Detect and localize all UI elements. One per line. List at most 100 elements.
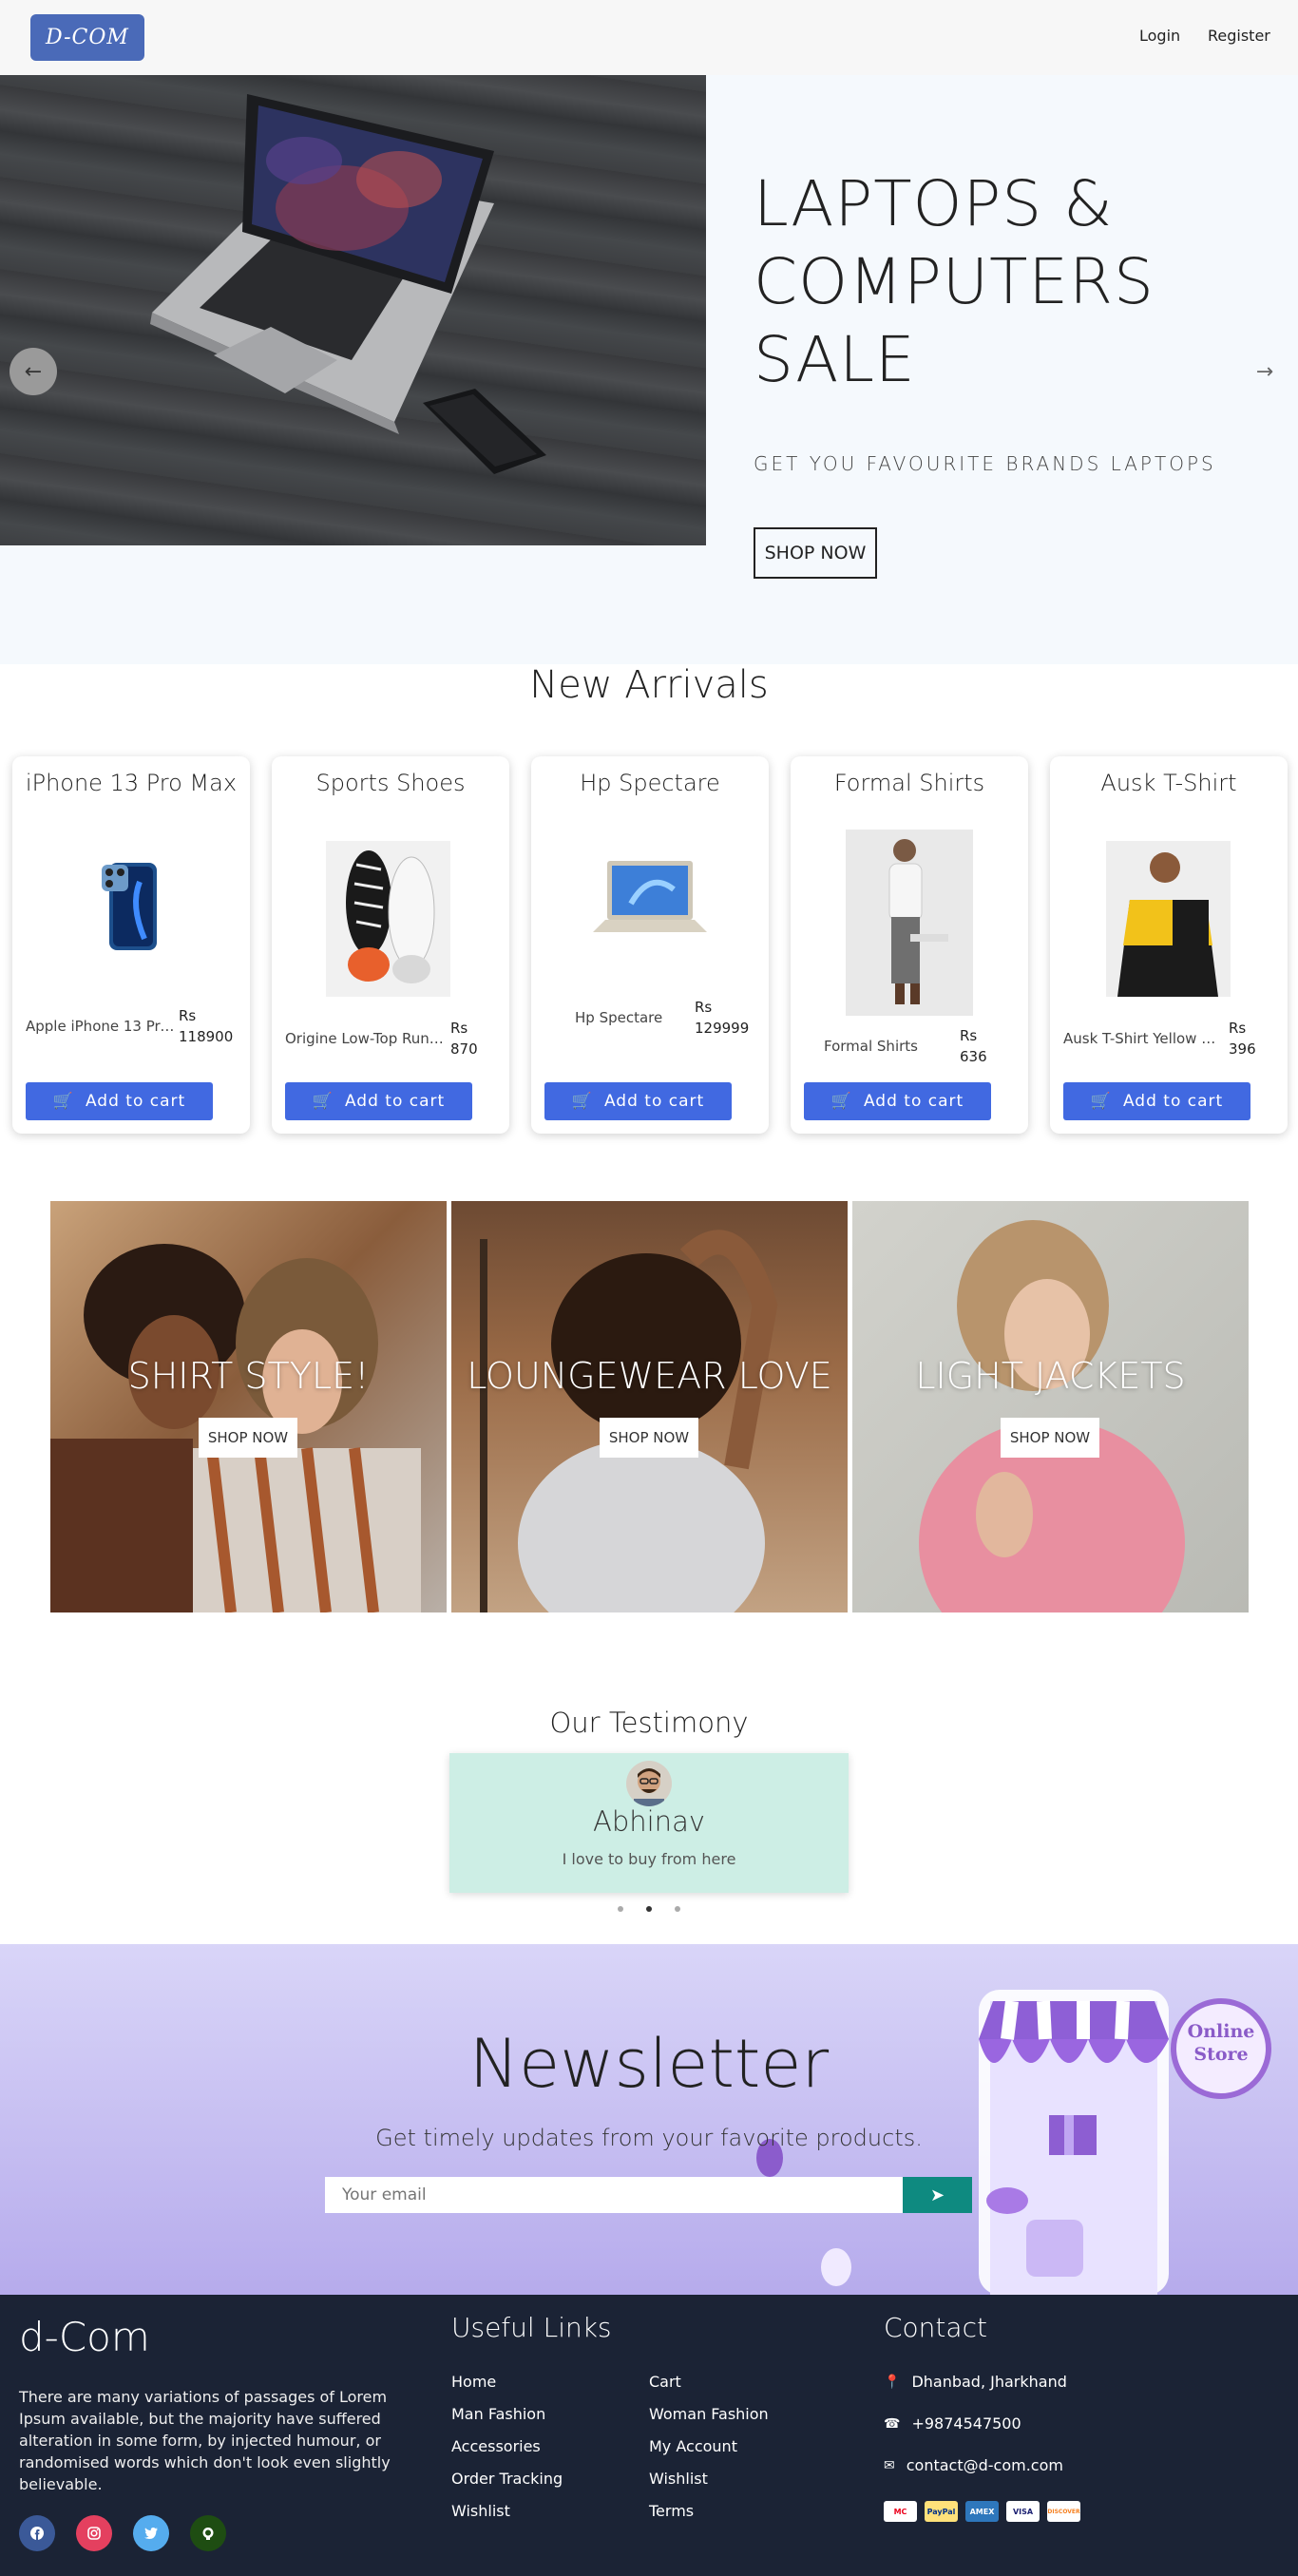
footer-link-man-fashion[interactable]: Man Fashion <box>451 2405 545 2423</box>
testimony-name: Abhinav <box>593 1805 705 1838</box>
price-value: 396 <box>1229 1040 1256 1058</box>
product-price: Rs 636 <box>960 1025 1017 1067</box>
newsletter-email-input[interactable] <box>325 2177 903 2213</box>
newsletter-subtitle: Get timely updates from your favorite pr… <box>375 2125 923 2151</box>
price-value: 129999 <box>695 1020 750 1037</box>
mail-icon: ✉ <box>884 2457 895 2473</box>
category-shop-now-button[interactable]: SHOP NOW <box>1001 1418 1099 1458</box>
price-value: 636 <box>960 1048 987 1065</box>
contact-title: Contact <box>884 2312 987 2343</box>
price-currency: Rs <box>960 1027 978 1044</box>
product-name: Hp Spectare <box>580 770 720 796</box>
email-text[interactable]: contact@d-com.com <box>907 2456 1063 2474</box>
product-price: Rs 870 <box>450 1018 507 1059</box>
add-to-cart-button[interactable]: 🛒 Add to cart <box>285 1082 472 1120</box>
category-tile-shirt-style[interactable]: SHIRT STYLE! SHOP NOW <box>50 1201 447 1612</box>
footer-link-wishlist[interactable]: Wishlist <box>451 2502 510 2520</box>
product-card: iPhone 13 Pro Max Apple iPhone 13 Pro Ma… <box>12 756 250 1134</box>
phone-text[interactable]: +9874547500 <box>911 2414 1021 2433</box>
carousel-dot[interactable] <box>618 1906 623 1912</box>
laptop-image[interactable] <box>588 851 712 956</box>
twitter-icon[interactable] <box>133 2515 169 2551</box>
product-card: Formal Shirts Formal Shirts Rs 636 🛒 Add… <box>791 756 1028 1134</box>
add-to-cart-label: Add to cart <box>85 1092 186 1111</box>
footer: d-Com There are many variations of passa… <box>0 2295 1298 2576</box>
add-to-cart-button[interactable]: 🛒 Add to cart <box>804 1082 991 1120</box>
avatar <box>626 1761 672 1806</box>
carousel-dot[interactable] <box>675 1906 680 1912</box>
product-name: Ausk T-Shirt <box>1100 770 1237 796</box>
footer-link-my-account[interactable]: My Account <box>649 2437 737 2455</box>
category-title: LOUNGEWEAR LOVE <box>467 1355 832 1397</box>
category-tile-light-jackets[interactable]: LIGHT JACKETS SHOP NOW <box>852 1201 1249 1612</box>
iphone-image[interactable] <box>92 853 168 958</box>
phone-icon: ☎ <box>884 2415 901 2432</box>
contact-email: ✉ contact@d-com.com <box>884 2456 1063 2474</box>
add-to-cart-label: Add to cart <box>863 1092 964 1111</box>
carousel-next-arrow-icon[interactable]: → <box>1250 348 1279 395</box>
footer-link-accessories[interactable]: Accessories <box>451 2437 541 2455</box>
hero-title-line: LAPTOPS & <box>754 167 1114 240</box>
footer-link-cart[interactable]: Cart <box>649 2373 681 2391</box>
mastercard-icon: MC <box>884 2501 917 2522</box>
footer-link-woman-fashion[interactable]: Woman Fashion <box>649 2405 769 2423</box>
cart-icon: 🛒 <box>1090 1092 1112 1111</box>
shoes-image[interactable] <box>326 841 450 997</box>
testimony-card: Abhinav I love to buy from here <box>449 1753 849 1893</box>
category-title: LIGHT JACKETS <box>915 1355 1186 1397</box>
product-price: Rs 396 <box>1229 1018 1286 1059</box>
cart-icon: 🛒 <box>52 1092 74 1111</box>
product-description: Origine Low-Top Running Shoes <box>285 1030 447 1047</box>
add-to-cart-button[interactable]: 🛒 Add to cart <box>544 1082 732 1120</box>
hero-title: LAPTOPS & COMPUTERS SALE <box>754 165 1155 399</box>
product-card: Sports Shoes Origine Low-Top Running Sho… <box>272 756 509 1134</box>
address-text: Dhanbad, Jharkhand <box>911 2373 1067 2391</box>
footer-link-home[interactable]: Home <box>451 2373 496 2391</box>
footer-about-text: There are many variations of passages of… <box>19 2388 391 2493</box>
tshirt-model-image[interactable] <box>1106 841 1231 997</box>
category-shop-now-button[interactable]: SHOP NOW <box>600 1418 698 1458</box>
footer-link-terms[interactable]: Terms <box>649 2502 694 2520</box>
price-currency: Rs <box>1229 1020 1247 1037</box>
github-icon[interactable] <box>190 2515 226 2551</box>
add-to-cart-label: Add to cart <box>603 1092 705 1111</box>
category-tile-loungewear-love[interactable]: LOUNGEWEAR LOVE SHOP NOW <box>451 1201 848 1612</box>
price-value: 870 <box>450 1040 478 1058</box>
category-shop-now-button[interactable]: SHOP NOW <box>199 1418 297 1458</box>
instagram-icon[interactable] <box>76 2515 112 2551</box>
hero-title-line: COMPUTERS <box>754 245 1155 318</box>
logo[interactable]: D-COM <box>30 14 144 61</box>
newsletter-submit-button[interactable]: ➤ <box>903 2177 972 2213</box>
product-description: Hp Spectare <box>575 1009 663 1026</box>
shop-now-button[interactable]: SHOP NOW <box>754 527 877 579</box>
carousel-dot-active[interactable] <box>646 1906 652 1912</box>
navbar: D-COM Login Register <box>0 0 1298 75</box>
hero-subtitle: GET YOU FAVOURITE BRANDS LAPTOPS <box>754 452 1216 475</box>
online-store-illustration <box>756 1990 1271 2295</box>
price-currency: Rs <box>450 1020 468 1037</box>
add-to-cart-button[interactable]: 🛒 Add to cart <box>26 1082 213 1120</box>
product-card: Ausk T-Shirt Ausk T-Shirt Yellow & Black… <box>1050 756 1288 1134</box>
newsletter-section: Online Store Newsletter Get timely updat… <box>0 1944 1298 2295</box>
footer-link-order-tracking[interactable]: Order Tracking <box>451 2470 563 2488</box>
footer-link-wishlist-2[interactable]: Wishlist <box>649 2470 708 2488</box>
carousel-prev-arrow-icon[interactable]: ← <box>10 348 57 395</box>
amex-icon: AMEX <box>965 2501 999 2522</box>
price-currency: Rs <box>179 1007 197 1024</box>
product-card: Hp Spectare Hp Spectare Rs 129999 🛒 Add … <box>531 756 769 1134</box>
product-description: Formal Shirts <box>824 1038 918 1055</box>
cart-icon: 🛒 <box>571 1092 593 1111</box>
add-to-cart-button[interactable]: 🛒 Add to cart <box>1063 1082 1250 1120</box>
product-name: Sports Shoes <box>315 770 466 796</box>
login-link[interactable]: Login <box>1139 27 1180 45</box>
add-to-cart-label: Add to cart <box>344 1092 446 1111</box>
cart-icon: 🛒 <box>830 1092 852 1111</box>
cart-icon: 🛒 <box>312 1092 334 1111</box>
facebook-icon[interactable] <box>19 2515 55 2551</box>
register-link[interactable]: Register <box>1208 27 1270 45</box>
product-name: Formal Shirts <box>833 770 985 796</box>
shirt-model-image[interactable] <box>846 830 973 1016</box>
useful-links-title: Useful Links <box>451 2312 612 2343</box>
contact-phone: ☎ +9874547500 <box>884 2414 1021 2433</box>
hero-title-line: SALE <box>754 323 916 396</box>
